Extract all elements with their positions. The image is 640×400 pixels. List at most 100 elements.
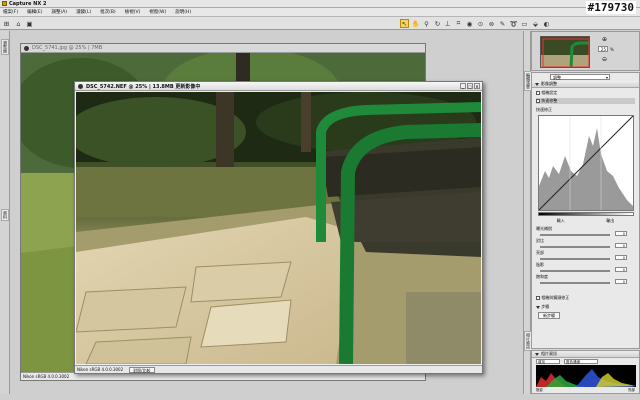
menu-edit[interactable]: 編輯(E) [27, 9, 42, 15]
straighten-tool-icon[interactable]: ⟂ [443, 19, 452, 28]
enable-checkbox[interactable] [536, 296, 540, 300]
edit-item-camera-settings[interactable]: 相機設定 [536, 90, 635, 96]
contrast-value[interactable]: 0 [615, 243, 627, 248]
image-window-front[interactable]: DSC_5742.NEF @ 25% | 13.8MB 更新影像中 _ □ × [74, 81, 483, 374]
edit-item-quick-fix[interactable]: 快速修整 [536, 98, 635, 104]
menu-filter[interactable]: 濾鏡(L) [76, 9, 91, 15]
close-icon[interactable]: × [474, 83, 480, 89]
brush-tool-icon[interactable]: ✎ [498, 19, 507, 28]
window-controls: _ □ × [460, 83, 480, 89]
highlights-slider[interactable] [540, 258, 610, 260]
edit-item-label: 快速修整 [541, 98, 558, 103]
photo-front-image [76, 92, 481, 364]
photo-info-panel: 相片資訊 增加 藍色通道 陰影 亮部 [531, 350, 640, 394]
app-logo-icon [2, 1, 7, 6]
control-point-icon[interactable]: ⊙ [476, 19, 485, 28]
right-panel: ⊕ 25 % ⊖ 調整 ▾ 影像調整 相機設定 快速修整 快速修正 輸入 輸出 … [531, 31, 640, 394]
menu-window[interactable]: 視窗(W) [149, 9, 166, 15]
lasso-tool-icon[interactable]: ➰ [509, 19, 518, 28]
window-titlebar[interactable]: DSC_5742.NEF @ 25% | 13.8MB 更新影像中 _ □ × [75, 82, 482, 91]
shadows-slider[interactable] [540, 270, 610, 272]
shadows-value[interactable]: 0 [615, 267, 627, 272]
left-tab-strip: 瀏覽器 資料 [0, 31, 10, 394]
menu-batch[interactable]: 批次(B) [100, 9, 116, 15]
menu-bar: 檔案(F) 編輯(E) 調整(A) 濾鏡(L) 批次(B) 檢視(V) 視窗(W… [0, 8, 640, 17]
shadows-label: 陰影 [536, 388, 543, 392]
highlights-label: 亮部 [628, 388, 635, 392]
expand-triangle-icon [535, 352, 539, 356]
slider-label: 亮部 [536, 250, 544, 255]
zoom-in-icon[interactable]: ⊕ [602, 36, 607, 43]
window-icon [24, 45, 29, 51]
photo-front [76, 92, 481, 364]
section-image-adjust[interactable]: 影像調整 [532, 81, 639, 88]
enable-checkbox[interactable] [536, 91, 540, 95]
redeye-tool-icon[interactable]: ◉ [465, 19, 474, 28]
curves-graph[interactable] [538, 115, 634, 211]
section-title: 影像調整 [541, 81, 557, 86]
new-step-button[interactable]: 新步驟 [538, 312, 560, 319]
photo-info-title: 相片資訊 [541, 351, 557, 356]
preview-icon[interactable]: ▣ [25, 19, 34, 28]
edit-item-label: 相機與鏡頭修正 [541, 295, 570, 300]
gradient-tool-icon[interactable]: ◐ [542, 19, 551, 28]
crop-tool-icon[interactable]: ⌗ [454, 19, 463, 28]
highlights-value[interactable]: 0 [615, 255, 627, 260]
menu-adjust[interactable]: 調整(A) [51, 9, 67, 15]
edit-list-dropdown[interactable]: 調整 ▾ [550, 74, 610, 80]
minimize-icon[interactable]: _ [460, 83, 466, 89]
histogram-svg [536, 369, 636, 387]
window-titlebar[interactable]: DSC_5741.jpg @ 25% | 7MB [21, 44, 425, 53]
hand-tool-icon[interactable]: ✋ [411, 19, 420, 28]
zoom-value[interactable]: 25 [598, 46, 608, 52]
slider-label: 曝光補償 [536, 226, 552, 231]
edit-item-label: 相機設定 [541, 90, 558, 95]
step-label: 步驟 [541, 304, 550, 309]
exposure-value[interactable]: 0 [615, 231, 627, 236]
window-statusbar: Nikon sRGB 4.0.0.3002 對照/比較 [75, 365, 482, 373]
saturation-slider[interactable] [540, 282, 610, 284]
edit-list-dropdown-value: 調整 [553, 75, 561, 80]
contrast-slider[interactable] [540, 246, 610, 248]
enable-checkbox[interactable] [536, 99, 540, 103]
input-output-row: 輸入 輸出 [536, 218, 635, 224]
color-profile-label: Nikon sRGB 4.0.0.3002 [77, 367, 124, 372]
exposure-slider[interactable] [540, 234, 610, 236]
browser-icon[interactable]: ⌂ [14, 19, 23, 28]
slider-label: 對比 [536, 238, 544, 243]
rotate-tool-icon[interactable]: ↻ [433, 19, 442, 28]
zoom-unit: % [610, 47, 614, 52]
tab-browser[interactable]: 瀏覽器 [1, 39, 9, 55]
zoom-out-icon[interactable]: ⊖ [602, 56, 607, 63]
histogram-display [536, 365, 636, 387]
zoom-tool-icon[interactable]: ⚲ [422, 19, 431, 28]
window-title: DSC_5742.NEF @ 25% | 13.8MB 更新影像中 [86, 83, 201, 90]
navigator-thumbnail[interactable] [540, 36, 590, 68]
histogram-channel-dropdown[interactable]: 藍色通道 [564, 359, 598, 364]
input-gradient-bar [538, 212, 634, 216]
histogram-mode-dropdown[interactable]: 增加 [536, 359, 560, 364]
curve-label: 快速修正 [536, 107, 552, 112]
fill-tool-icon[interactable]: ⬙ [531, 19, 540, 28]
photo-info-header[interactable]: 相片資訊 [532, 351, 639, 358]
saturation-value[interactable]: 0 [615, 279, 627, 284]
app-titlebar: Capture NX 2 [0, 0, 640, 8]
direct-select-tool-icon[interactable]: ↖ [400, 19, 409, 28]
output-label: 輸出 [606, 218, 615, 223]
slider-label: 飽和度 [536, 274, 548, 279]
chevron-down-icon: ▾ [605, 75, 608, 80]
menu-view[interactable]: 檢視(V) [125, 9, 141, 15]
slider-label: 陰影 [536, 262, 544, 267]
step-row: 步驟 [536, 304, 635, 310]
edit-item-camera-lens[interactable]: 相機與鏡頭修正 [536, 295, 635, 301]
color-point-icon[interactable]: ⊚ [487, 19, 496, 28]
menu-help[interactable]: 說明(H) [175, 9, 191, 15]
tab-metadata[interactable]: 資料 [1, 209, 9, 221]
marquee-tool-icon[interactable]: ▭ [520, 19, 529, 28]
right-tab-strip: 編輯清單 相片資訊 [523, 31, 532, 394]
navigator-panel: ⊕ 25 % ⊖ [531, 31, 640, 71]
compare-button[interactable]: 對照/比較 [129, 366, 155, 373]
menu-file[interactable]: 檔案(F) [3, 9, 18, 15]
toggle-layout-icon[interactable]: ⊞ [2, 19, 11, 28]
maximize-icon[interactable]: □ [467, 83, 473, 89]
